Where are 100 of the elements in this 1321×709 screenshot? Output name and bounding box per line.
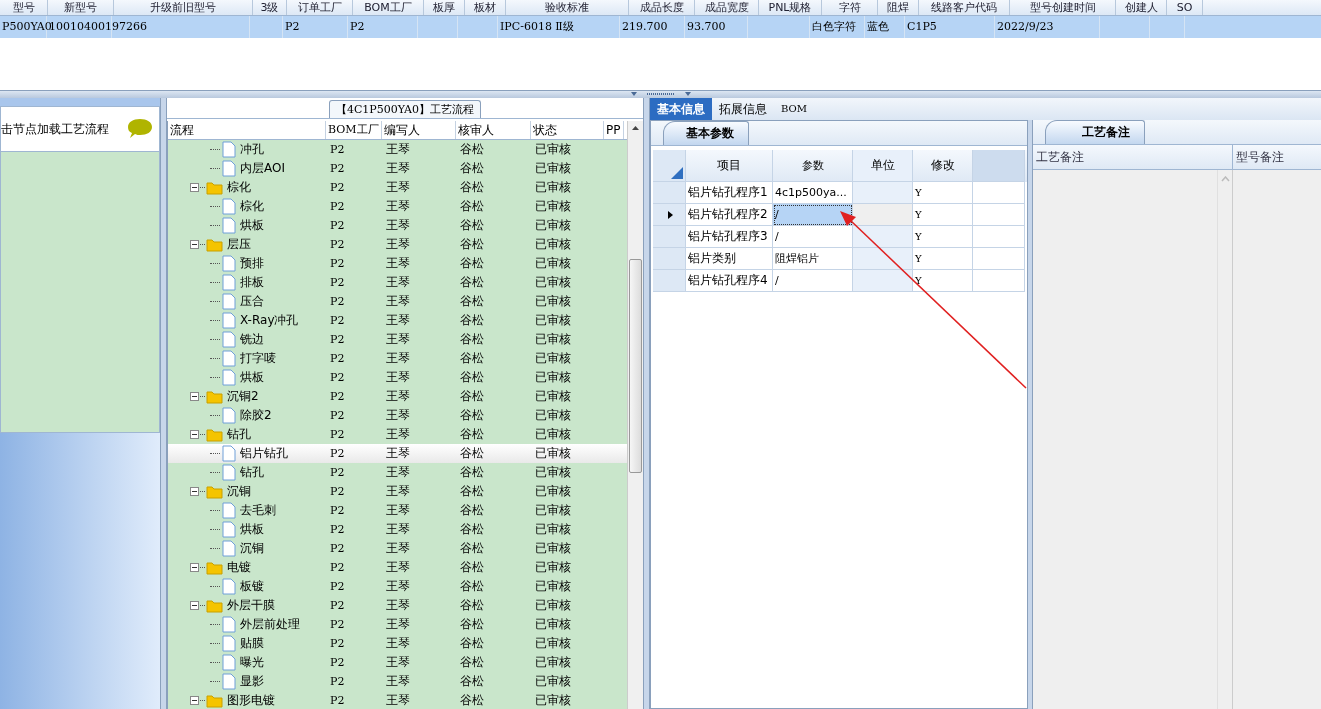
collapse-icon[interactable] (190, 563, 199, 572)
column-header[interactable]: PP (604, 121, 624, 139)
tree-row[interactable]: 外层干膜 P2 王琴 谷松 已审核 (168, 596, 627, 615)
column-header[interactable]: 单位 (853, 150, 913, 182)
tree-row[interactable]: 外层前处理 P2 王琴 谷松 已审核 (168, 615, 627, 634)
collapse-icon[interactable] (190, 183, 199, 192)
tree-row[interactable]: 棕化 P2 王琴 谷松 已审核 (168, 197, 627, 216)
column-header[interactable]: 核审人 (456, 121, 531, 139)
tree-row[interactable]: 图形电镀 P2 王琴 谷松 已审核 (168, 691, 627, 709)
column-header[interactable]: 验收标准 (506, 0, 629, 15)
grid-row[interactable]: 铝片钻孔程序4 / Y (653, 270, 1027, 292)
tree-row[interactable]: 层压 P2 王琴 谷松 已审核 (168, 235, 627, 254)
document-icon (222, 369, 236, 386)
tree-row[interactable]: 内层AOI P2 王琴 谷松 已审核 (168, 159, 627, 178)
table-cell: 谷松 (460, 388, 484, 405)
column-header[interactable]: 新型号 (48, 0, 114, 15)
panel-tab[interactable]: 基本参数 (663, 121, 749, 145)
column-header[interactable]: 成品长度 (629, 0, 695, 15)
step-name: 显影 (240, 673, 264, 690)
column-header[interactable]: 板厚 (424, 0, 465, 15)
row-header-cell[interactable] (653, 270, 686, 292)
table-cell: 已审核 (535, 293, 571, 310)
tree-row[interactable]: 排板 P2 王琴 谷松 已审核 (168, 273, 627, 292)
tree-row[interactable]: 压合 P2 王琴 谷松 已审核 (168, 292, 627, 311)
tree-row[interactable]: 沉铜2 P2 王琴 谷松 已审核 (168, 387, 627, 406)
column-header[interactable]: 型号备注 (1233, 145, 1321, 169)
scrollbar[interactable] (627, 121, 643, 709)
document-icon (222, 293, 236, 310)
tree-row[interactable]: 沉铜 P2 王琴 谷松 已审核 (168, 482, 627, 501)
row-header-cell[interactable] (653, 204, 686, 226)
table-cell: Y (915, 187, 922, 198)
column-header[interactable]: 成品宽度 (695, 0, 759, 15)
column-header[interactable]: 订单工厂 (287, 0, 353, 15)
row-header-cell[interactable] (653, 182, 686, 204)
column-header[interactable]: PNL规格 (759, 0, 822, 15)
grid-cell (973, 150, 1025, 182)
collapse-icon[interactable] (190, 430, 199, 439)
column-header[interactable]: 升级前旧型号 (114, 0, 253, 15)
column-header[interactable]: 阻焊 (878, 0, 919, 15)
tree-row[interactable]: 铝片钻孔 P2 王琴 谷松 已审核 (168, 444, 627, 463)
tree-row[interactable]: 冲孔 P2 王琴 谷松 已审核 (168, 140, 627, 159)
column-header[interactable]: BOM工厂 (326, 121, 382, 139)
tree-row[interactable]: 烘板 P2 王琴 谷松 已审核 (168, 520, 627, 539)
column-header[interactable]: 项目 (686, 150, 773, 182)
tab[interactable]: BOM (774, 98, 814, 120)
tree-row[interactable]: 钻孔 P2 王琴 谷松 已审核 (168, 425, 627, 444)
step-name: 内层AOI (240, 160, 285, 177)
table-cell: 谷松 (460, 654, 484, 671)
tree-row[interactable]: 沉铜 P2 王琴 谷松 已审核 (168, 539, 627, 558)
tree-row[interactable]: 钻孔 P2 王琴 谷松 已审核 (168, 463, 627, 482)
column-header[interactable]: 流程 (168, 121, 326, 139)
tree-row[interactable]: 板镀 P2 王琴 谷松 已审核 (168, 577, 627, 596)
row-header-cell[interactable] (653, 226, 686, 248)
grid-row[interactable]: 铝片钻孔程序3 / Y (653, 226, 1027, 248)
column-header[interactable]: SO (1167, 0, 1203, 15)
tree-row[interactable]: 去毛刺 P2 王琴 谷松 已审核 (168, 501, 627, 520)
column-header[interactable]: 线路客户代码 (919, 0, 1010, 15)
table-cell: P2 (330, 238, 345, 251)
tree-row[interactable]: 除胶2 P2 王琴 谷松 已审核 (168, 406, 627, 425)
tree-row[interactable]: X-Ray冲孔 P2 王琴 谷松 已审核 (168, 311, 627, 330)
column-header[interactable]: 创建人 (1116, 0, 1167, 15)
tree-row[interactable]: 曝光 P2 王琴 谷松 已审核 (168, 653, 627, 672)
column-header[interactable]: 板材 (465, 0, 506, 15)
collapse-icon[interactable] (190, 487, 199, 496)
column-header[interactable]: 编写人 (382, 121, 456, 139)
tree-row[interactable]: 打字唛 P2 王琴 谷松 已审核 (168, 349, 627, 368)
column-header[interactable]: 型号 (0, 0, 48, 15)
column-header[interactable]: 型号创建时间 (1010, 0, 1116, 15)
grid-row[interactable]: 铝片类别 阻焊铝片 Y (653, 248, 1027, 270)
column-header[interactable]: BOM工厂 (353, 0, 424, 15)
table-cell: 谷松 (460, 369, 484, 386)
table-cell: 王琴 (386, 274, 410, 291)
panel-tab[interactable]: 工艺备注 (1045, 120, 1145, 144)
grid-row[interactable]: 铝片钻孔程序1 4c1p500ya... Y (653, 182, 1027, 204)
collapse-icon[interactable] (190, 696, 199, 705)
collapse-icon[interactable] (190, 601, 199, 610)
table-row[interactable]: P500YA010010400197266 P2 P2 IPC-6018 Ⅱ级 219.700 93.700 白色字符 蓝色 C1P5 2022/9/23 (0, 16, 1321, 38)
column-header[interactable]: 字符 (822, 0, 878, 15)
tree-row[interactable]: 贴膜 P2 王琴 谷松 已审核 (168, 634, 627, 653)
splitter-bar[interactable] (0, 90, 1321, 98)
scroll-thumb[interactable] (629, 259, 642, 473)
tree-row[interactable]: 电镀 P2 王琴 谷松 已审核 (168, 558, 627, 577)
splitter-bar[interactable] (160, 98, 167, 709)
tree-row[interactable]: 烘板 P2 王琴 谷松 已审核 (168, 216, 627, 235)
column-header[interactable]: 3级 (253, 0, 287, 15)
collapse-icon[interactable] (190, 392, 199, 401)
tree-row[interactable]: 铣边 P2 王琴 谷松 已审核 (168, 330, 627, 349)
row-header-cell[interactable] (653, 248, 686, 270)
grid-row[interactable]: 铝片钻孔程序2 / Y (653, 204, 1027, 226)
tab[interactable]: 基本信息 (650, 98, 712, 120)
splitter-grip-icon[interactable] (628, 91, 693, 97)
tab[interactable]: 拓展信息 (712, 98, 774, 120)
column-header[interactable]: 状态 (531, 121, 604, 139)
tree-row[interactable]: 显影 P2 王琴 谷松 已审核 (168, 672, 627, 691)
collapse-icon[interactable] (190, 240, 199, 249)
tree-row[interactable]: 预排 P2 王琴 谷松 已审核 (168, 254, 627, 273)
column-header[interactable]: 工艺备注 (1033, 145, 1233, 169)
scroll-up-icon[interactable] (631, 125, 640, 131)
tree-row[interactable]: 烘板 P2 王琴 谷松 已审核 (168, 368, 627, 387)
tree-row[interactable]: 棕化 P2 王琴 谷松 已审核 (168, 178, 627, 197)
